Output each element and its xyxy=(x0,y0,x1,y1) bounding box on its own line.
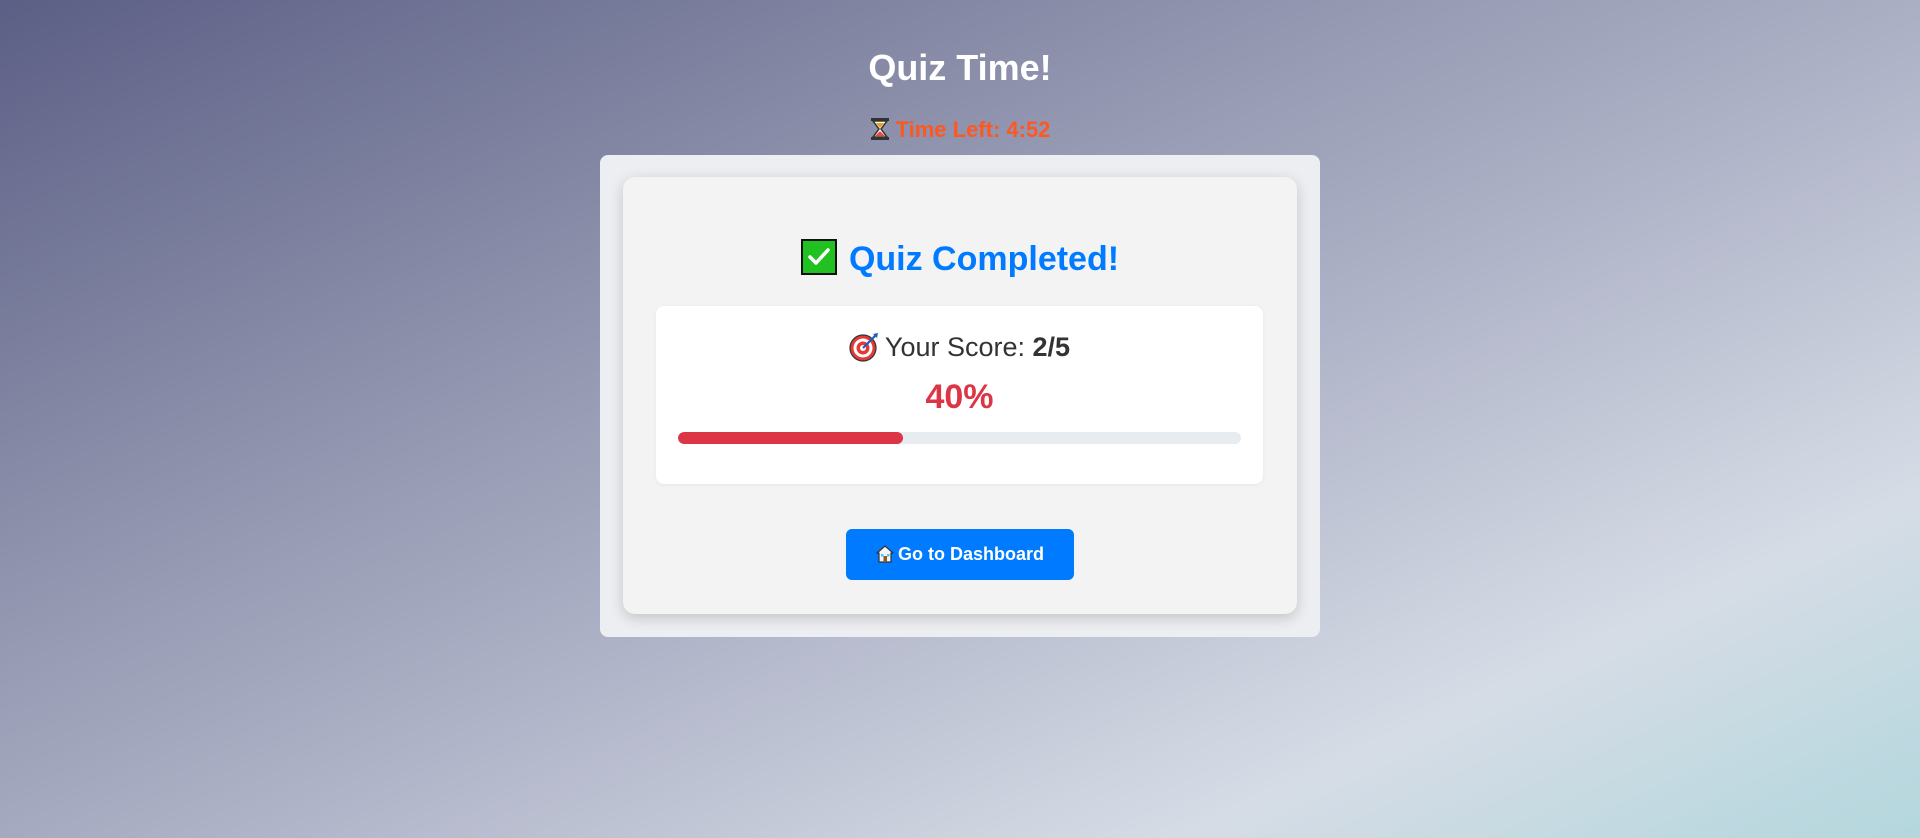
score-label: Your Score: xyxy=(884,332,1033,362)
target-icon xyxy=(849,332,879,370)
score-line: Your Score: 2/5 xyxy=(656,330,1263,370)
go-to-dashboard-label: Go to Dashboard xyxy=(897,544,1044,564)
score-percent: 40% xyxy=(925,378,994,416)
timer-text: Time Left: 4:52 xyxy=(895,117,1051,142)
completed-heading-text: Quiz Completed! xyxy=(848,240,1120,278)
score-box: Your Score: 2/5 40% xyxy=(656,306,1263,484)
score-progress-fill xyxy=(678,432,904,444)
check-box-icon xyxy=(800,239,837,275)
score-value: 2/5 xyxy=(1032,332,1071,362)
timer: Time Left: 4:52 xyxy=(0,116,1920,148)
home-icon xyxy=(876,532,894,583)
result-card: Quiz Completed! Your Score: 2/5 40% Go t… xyxy=(623,177,1297,614)
go-to-dashboard-button[interactable]: Go to Dashboard xyxy=(846,529,1074,580)
hourglass-icon xyxy=(870,117,890,148)
page-title: Quiz Time! xyxy=(868,47,1052,88)
completed-heading: Quiz Completed! xyxy=(623,237,1297,281)
score-progress-bar xyxy=(678,432,1241,444)
